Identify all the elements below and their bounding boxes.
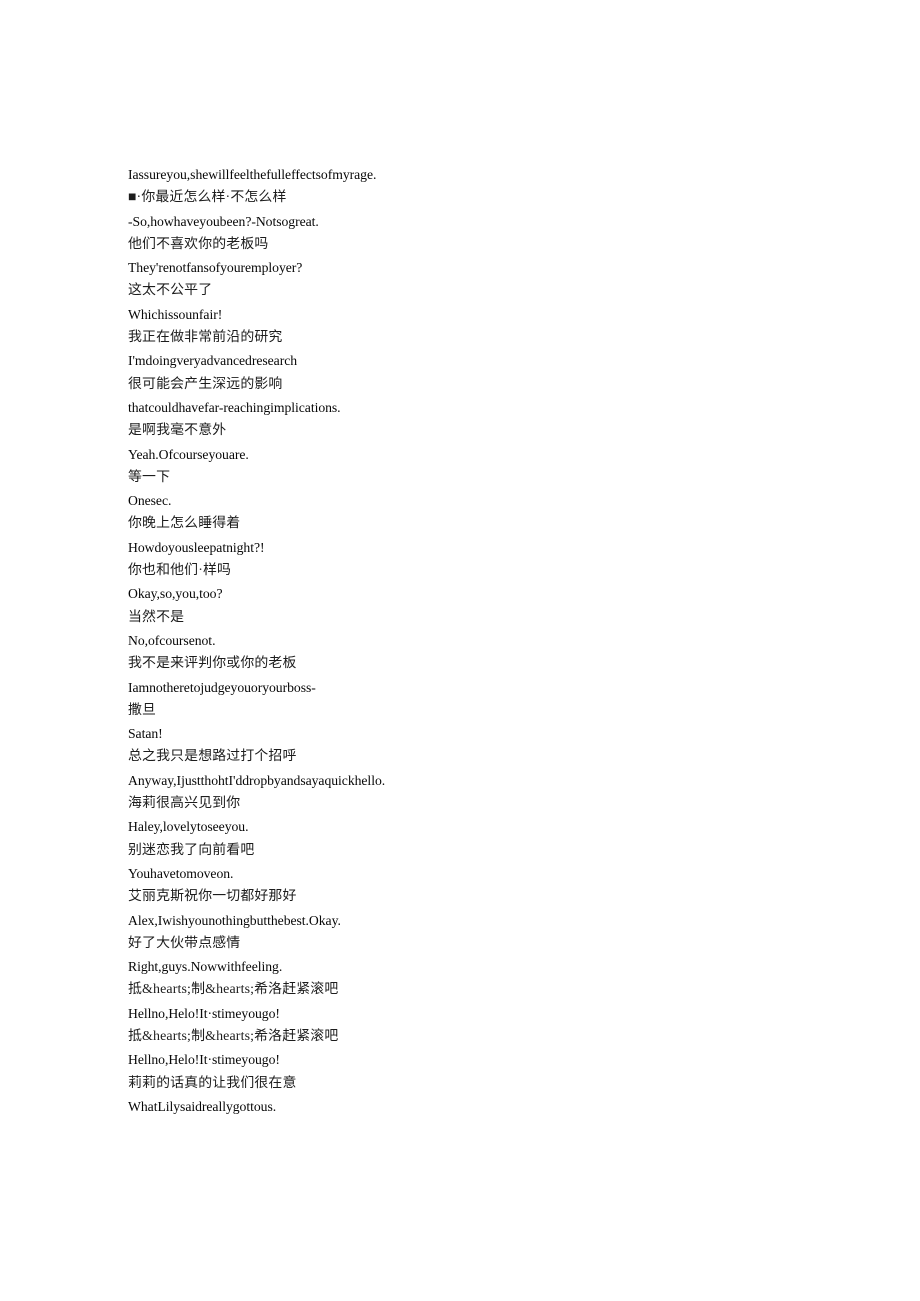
subtitle-line: 你晚上怎么睡得着 [128,516,241,532]
subtitle-line: 这太不公平了 [128,283,213,299]
subtitle-line: 抵&hearts;制&hearts;希洛赶紧滚吧 [128,1028,339,1044]
subtitle-line: Iassureyou,shewillfeelthefulleffectsofmy… [128,167,377,182]
subtitle-line: Iamnotheretojudgeyouoryourboss- [128,679,316,695]
subtitle-line: Howdoyousleepatnight?! [128,539,265,555]
subtitle-line: Haley,lovelytoseeyou. [128,819,249,835]
subtitle-line: Alex,Iwishyounothingbutthebest.Okay. [128,912,341,928]
subtitle-line: Hellno,Helo!It·stimeyougo! [128,1005,280,1021]
subtitle-line: Right,guys.Nowwithfeeling. [128,959,283,975]
subtitle-line: I'mdoingveryadvancedresearch [128,353,298,369]
subtitle-line: Yeah.Ofcourseyouare. [128,446,249,462]
subtitle-line: 等一下 [128,469,171,485]
subtitle-line: They'renotfansofyouremployer? [128,260,303,276]
subtitle-line: Youhavetomoveon. [128,865,234,881]
subtitle-line: No,ofcoursenot. [128,632,216,648]
subtitle-line: 你也和他们·样吗 [128,563,232,579]
subtitle-line: Whichissounfair! [128,306,223,322]
subtitle-line: 当然不是 [128,609,185,625]
subtitle-line: 我正在做非常前沿的研究 [128,330,283,346]
subtitle-line: 别迷恋我了向前看吧 [128,842,255,858]
subtitle-line: -So,howhaveyoubeen?-Notsogreat. [128,213,319,229]
subtitle-transcript-block: Iassureyou,shewillfeelthefulleffectsofmy… [128,163,828,1118]
subtitle-line: Onesec. [128,493,172,509]
subtitle-line: 总之我只是想路过打个招呼 [128,749,297,765]
subtitle-line: 海莉很高兴见到你 [128,796,241,812]
subtitle-line: 抵&hearts;制&hearts;希洛赶紧滚吧 [128,982,339,998]
subtitle-line: 莉莉的话真的让我们很在意 [128,1075,297,1091]
subtitle-line: Okay,so,you,too? [128,586,223,602]
subtitle-line: Satan! [128,726,163,742]
subtitle-line: Hellno,Helo!It·stimeyougo! [128,1052,280,1068]
subtitle-line: 很可能会产生深远的影响 [128,376,283,392]
subtitle-line: ■·你最近怎么样·不怎么样 [128,190,287,206]
document-page: Iassureyou,shewillfeelthefulleffectsofmy… [0,0,920,1301]
subtitle-line: 是啊我毫不意外 [128,423,227,439]
subtitle-line: 艾丽克斯祝你一切都好那好 [128,889,297,905]
subtitle-line: Anyway,IjustthohtI'ddropbyandsayaquickhe… [128,772,386,788]
subtitle-line: 好了大伙带点感情 [128,935,241,951]
subtitle-line: WhatLilysaidreallygottous. [128,1098,277,1114]
subtitle-line: 我不是来评判你或你的老板 [128,656,297,672]
subtitle-line: thatcouldhavefar-reachingimplications. [128,399,341,415]
subtitle-line: 撒旦 [128,702,157,718]
subtitle-line: 他们不喜欢你的老板吗 [128,236,269,252]
